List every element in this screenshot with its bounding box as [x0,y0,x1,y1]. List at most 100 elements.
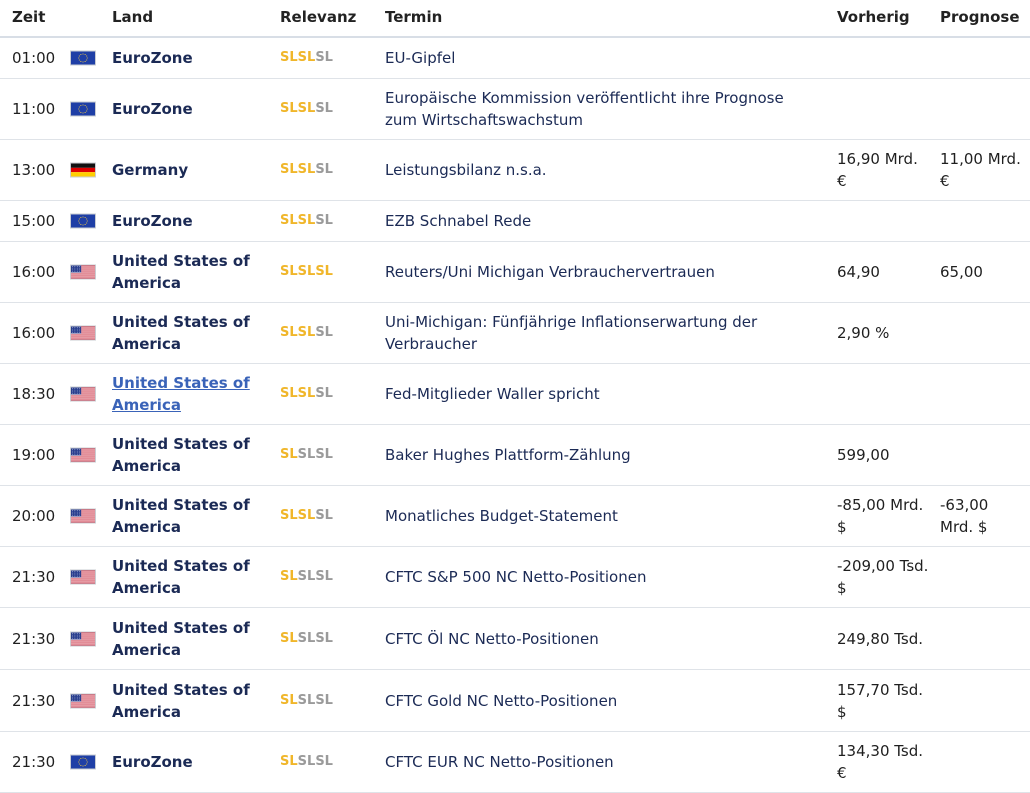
country-name: United States of America [112,252,250,292]
previous-value: -209,00 Tsd. $ [837,557,929,597]
relevance-mark-active: SL [280,508,298,523]
relevance-mark-inactive: SL [315,162,333,177]
forecast-value: 65,00 [940,263,983,281]
table-row[interactable]: 16:00 United States of America SLSLSL Reute… [0,242,1030,303]
relevance-mark-inactive: SL [297,754,316,769]
table-row[interactable]: 21:30 United States of America SLSLSL CFTC … [0,547,1030,608]
relevance-mark-active: SL [297,162,316,177]
relevance-mark-active: SL [280,213,298,228]
event-name: Europäische Kommission veröffentlicht ih… [385,89,784,129]
event-name: CFTC S&P 500 NC Netto-Positionen [385,568,647,586]
relevance-indicator: SLSLSL [280,690,333,712]
country-name: United States of America [112,435,250,475]
table-row[interactable]: 19:00 United States of America SLSLSL Baker… [0,425,1030,486]
table-row[interactable]: 21:30 United States of America SLSLSL CFTC … [0,670,1030,732]
relevance-indicator: SLSLSL [280,210,333,232]
country-name: EuroZone [112,753,193,771]
previous-value: 249,80 Tsd. [837,629,924,648]
previous-value: 2,90 % [837,324,890,342]
relevance-indicator: SLSLSL [280,383,333,405]
relevance-mark-active: SL [280,325,298,340]
table-row[interactable]: 13:00 Germany SLSLSL Leistungsbilanz n.s.a.… [0,140,1030,201]
header-prognose[interactable]: Prognose [940,8,1020,26]
header-zeit[interactable]: Zeit [12,8,45,26]
relevance-mark-active: SL [297,325,316,340]
event-time: 18:30 [12,385,56,403]
relevance-mark-inactive: SL [297,692,316,708]
country-name: United States of America [112,680,250,721]
relevance-indicator: SLSLSL [280,261,333,283]
relevance-mark-active: SL [280,447,298,462]
country-name: United States of America [112,618,250,659]
event-time: 15:00 [12,212,56,230]
table-row[interactable]: 11:00 EuroZone SLSLSL Europäische Kommissio… [0,79,1030,140]
relevance-mark-inactive: SL [315,754,333,769]
relevance-mark-inactive: SL [297,447,316,462]
relevance-mark-active: SL [297,508,316,523]
relevance-mark-active: SL [297,386,316,401]
header-termin[interactable]: Termin [385,8,442,26]
eu-flag-icon [70,101,96,117]
event-name: EU-Gipfel [385,49,456,67]
table-body: 01:00 EuroZone SLSLSL EU-Gipfel 11:00 EuroZon… [0,38,1030,793]
previous-value: 134,30 Tsd. € [837,742,924,782]
relevance-mark-active: SL [297,50,316,65]
relevance-mark-inactive: SL [315,630,333,646]
table-row[interactable]: 21:30 United States of America SLSLSL CFTC … [0,608,1030,670]
event-name: Reuters/Uni Michigan Verbrauchervertraue… [385,263,715,281]
table-row[interactable]: 16:00 United States of America SLSLSL Uni-M… [0,303,1030,364]
relevance-mark-active: SL [315,264,333,279]
event-time: 21:30 [12,691,56,710]
relevance-indicator: SLSLSL [280,159,333,181]
header-land[interactable]: Land [112,8,153,26]
table-row[interactable]: 18:30 United States of America SLSLSL Fed-M… [0,364,1030,425]
us-flag-icon [70,631,96,646]
table-row[interactable]: 21:30 EuroZone SLSLSL CFTC EUR NC Netto-Pos… [0,732,1030,793]
relevance-mark-inactive: SL [315,213,333,228]
event-time: 13:00 [12,161,56,179]
us-flag-icon [70,447,96,463]
country-name: Germany [112,161,189,179]
event-name: Fed-Mitglieder Waller spricht [385,385,600,403]
relevance-mark-active: SL [297,101,316,116]
header-relevanz[interactable]: Relevanz [280,8,356,26]
relevance-mark-inactive: SL [315,508,333,523]
relevance-mark-inactive: SL [315,325,333,340]
relevance-indicator: SLSLSL [280,444,333,466]
event-name: Leistungsbilanz n.s.a. [385,161,547,179]
eu-flag-icon [70,754,96,770]
relevance-indicator: SLSLSL [280,322,333,344]
relevance-mark-inactive: SL [315,447,333,462]
relevance-indicator: SLSLSL [280,505,333,527]
country-name: EuroZone [112,49,193,67]
us-flag-icon [70,508,96,524]
us-flag-icon [70,693,96,708]
relevance-mark-inactive: SL [315,386,333,401]
us-flag-icon [70,386,96,402]
relevance-mark-active: SL [280,569,298,584]
relevance-mark-active: SL [280,50,298,65]
country-name: EuroZone [112,100,193,118]
country-name: United States of America [112,313,250,353]
relevance-indicator: SLSLSL [280,751,333,773]
us-flag-icon [70,325,96,341]
table-header: Zeit Land Relevanz Termin Vorherig Progn… [0,0,1030,38]
relevance-mark-active: SL [280,101,298,116]
previous-value: 157,70 Tsd. $ [837,680,924,721]
table-row[interactable]: 01:00 EuroZone SLSLSL EU-Gipfel [0,38,1030,79]
event-time: 21:30 [12,753,56,771]
country-name[interactable]: United States of America [112,372,262,416]
event-time: 16:00 [12,263,56,281]
relevance-mark-active: SL [280,754,298,769]
table-row[interactable]: 15:00 EuroZone SLSLSL EZB Schnabel Rede [0,201,1030,242]
country-name: United States of America [112,496,250,536]
relevance-indicator: SLSLSL [280,628,333,650]
forecast-value: -63,00 Mrd. $ [940,496,989,536]
table-row[interactable]: 20:00 United States of America SLSLSL Monat… [0,486,1030,547]
eu-flag-icon [70,50,96,66]
country-name: United States of America [112,557,250,597]
relevance-mark-active: SL [280,264,298,279]
event-name: Uni-Michigan: Fünfjährige Inflationserwa… [385,313,758,353]
event-name: CFTC Gold NC Netto-Positionen [385,691,618,710]
header-vorherig[interactable]: Vorherig [837,8,910,26]
